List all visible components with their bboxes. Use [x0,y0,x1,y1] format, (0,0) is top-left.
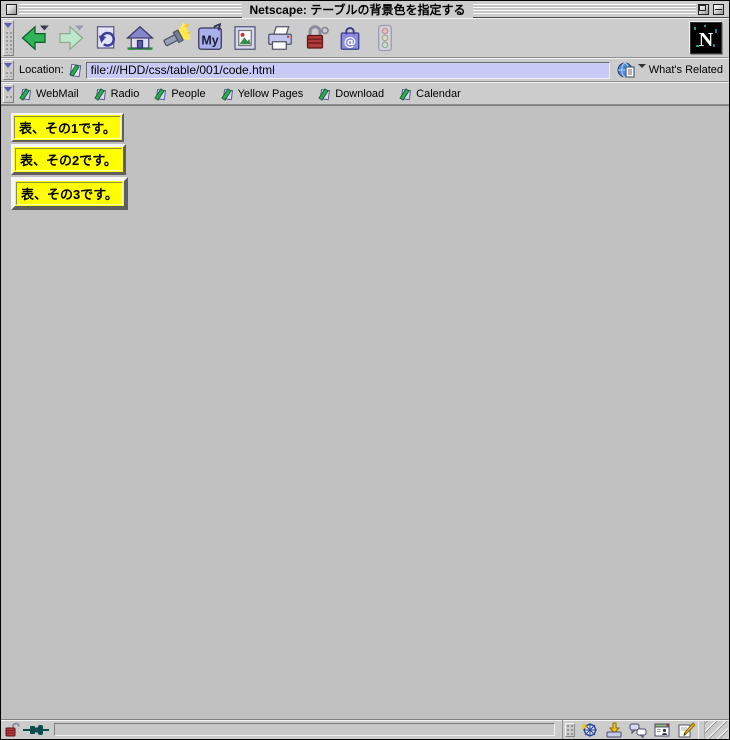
zoom-box[interactable] [697,3,709,15]
component-bar [562,720,699,739]
images-button[interactable] [227,20,262,56]
svg-text:N: N [699,29,714,51]
composer-pen-icon [677,721,695,738]
table-2-cell: 表、その2です。 [15,148,122,171]
bookmark-ribbon-icon [318,87,331,101]
svg-text:My: My [201,33,218,47]
printer-icon [265,23,295,53]
reload-button[interactable] [87,20,122,56]
whats-related-button[interactable]: What's Related [615,61,727,79]
netscape-window: Netscape: テーブルの背景色を指定する My @ N Location:… [0,0,730,740]
bookmark-ribbon-icon [93,87,107,101]
collapse-box[interactable] [712,3,724,15]
table-1-cell: 表、その1です。 [14,116,121,139]
table-1: 表、その1です。 [11,113,124,142]
personal-item-label: Calendar [416,87,461,100]
my-netscape-button[interactable]: My [192,20,227,56]
ship-wheel-icon [581,722,599,738]
location-collapse-tab[interactable] [3,60,14,80]
flashlight-icon [160,23,190,53]
online-status-button[interactable] [23,724,49,736]
status-bar [1,719,729,739]
bookmark-ribbon-icon [220,87,234,101]
table-3-cell: 表、その3です。 [16,182,123,205]
chat-bubbles-icon [629,722,647,738]
personal-item-label: Download [335,87,385,100]
location-input[interactable] [85,61,610,79]
address-book-icon [653,722,671,738]
forward-button[interactable] [52,20,87,56]
traffic-light-icon [370,23,400,53]
personal-item-label: People [171,87,206,100]
plug-icon [23,724,49,736]
netscape-n-icon: N [691,23,721,56]
stop-button[interactable] [367,20,402,56]
padlock-icon [300,23,330,53]
netscape-throbber[interactable]: N [690,22,722,54]
shopping-bag-icon: @ [335,23,365,53]
window-title: Netscape: テーブルの背景色を指定する [241,0,474,18]
back-arrow-icon [20,23,50,53]
security-button[interactable] [297,20,332,56]
composer-component-button[interactable] [675,721,697,738]
images-icon [230,23,260,53]
personal-item-yellow-pages[interactable]: Yellow Pages [220,87,304,101]
search-button[interactable] [157,20,192,56]
home-button[interactable] [122,20,157,56]
resize-grip[interactable] [704,720,728,739]
back-button[interactable] [17,20,52,56]
bookmark-icon[interactable] [68,62,83,78]
personal-item-download[interactable]: Download [318,87,384,101]
personal-item-label: Radio [110,87,140,100]
close-box[interactable] [6,3,17,15]
navigator-component-button[interactable] [579,721,601,738]
personal-item-webmail[interactable]: WebMail [19,87,79,101]
globe-document-icon [617,61,636,79]
table-3: 表、その3です。 [11,177,128,210]
forward-arrow-icon [55,23,85,53]
personal-item-people[interactable]: People [154,87,206,101]
personal-toolbar: WebMail Radio People Yellow Pages Downlo… [1,82,729,105]
page-content: 表、その1です。 表、その2です。 表、その3です。 [1,105,729,719]
title-bar[interactable]: Netscape: テーブルの背景色を指定する [1,0,729,18]
shop-button[interactable]: @ [332,20,367,56]
personal-collapse-tab[interactable] [3,84,14,103]
bookmark-ribbon-icon [19,87,32,101]
inbox-component-button[interactable] [603,721,625,738]
main-toolbar: My @ N [1,18,729,58]
location-bar: Location: What's Related [1,58,729,82]
open-padlock-icon [4,722,20,737]
personal-item-radio[interactable]: Radio [93,87,140,101]
table-2: 表、その2です。 [11,144,126,175]
my-netscape-icon: My [195,23,225,53]
toolbar-collapse-tab[interactable] [3,20,14,56]
security-status-button[interactable] [4,722,20,737]
personal-item-label: WebMail [36,87,79,100]
whats-related-caret-icon [637,64,646,68]
whats-related-label: What's Related [648,64,723,76]
print-button[interactable] [262,20,297,56]
reload-icon [90,23,120,53]
home-icon [125,23,155,53]
component-bar-drag-handle[interactable] [565,722,575,737]
window-controls [697,3,724,15]
location-label: Location: [19,64,64,76]
bookmark-ribbon-icon [154,87,167,101]
address-book-component-button[interactable] [651,721,673,738]
personal-item-calendar[interactable]: Calendar [399,87,461,101]
inbox-arrow-icon [605,722,623,738]
bookmark-ribbon-icon [399,87,412,101]
status-message [54,723,555,736]
svg-text:@: @ [343,34,356,49]
personal-item-label: Yellow Pages [237,87,304,100]
discussions-component-button[interactable] [627,721,649,738]
